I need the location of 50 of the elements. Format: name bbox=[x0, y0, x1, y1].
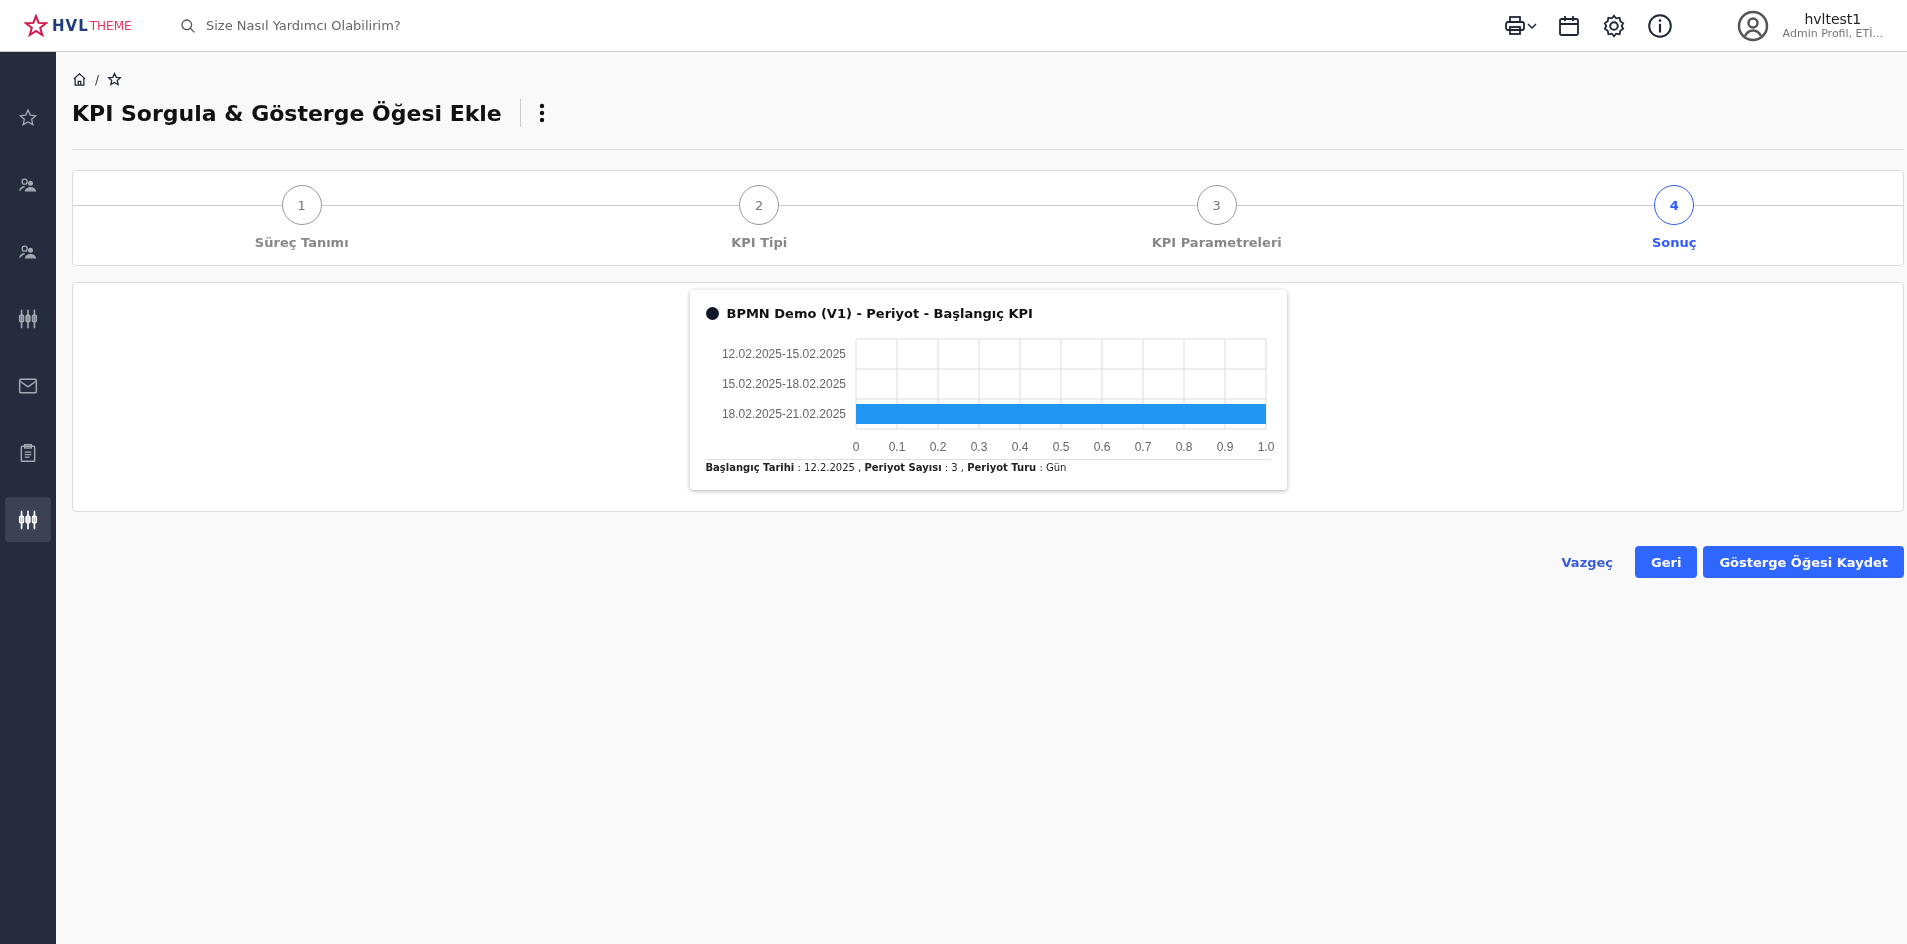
kpi-title: BPMN Demo (V1) - Periyot - Başlangıç KPI bbox=[726, 306, 1033, 321]
x-tick-label: 0.4 bbox=[1011, 440, 1028, 454]
step-label: Sonuç bbox=[1652, 235, 1697, 250]
x-tick-label: 0 bbox=[852, 440, 859, 454]
star-icon[interactable] bbox=[107, 72, 123, 87]
clipboard-icon bbox=[18, 441, 38, 464]
sliders-icon bbox=[17, 508, 39, 531]
user-role: Admin Profil, ETİ... bbox=[1782, 27, 1883, 40]
info-icon[interactable] bbox=[1646, 12, 1673, 39]
sidebar-item[interactable] bbox=[5, 497, 51, 542]
logo[interactable]: HVLTHEME bbox=[24, 13, 180, 38]
user-avatar-icon[interactable] bbox=[1736, 9, 1769, 42]
star-logo-icon bbox=[24, 13, 48, 38]
save-button[interactable]: Gösterge Öğesi Kaydet bbox=[1703, 546, 1904, 578]
calendar-icon[interactable] bbox=[1556, 13, 1581, 38]
category-label: 12.02.2025-15.02.2025 bbox=[721, 347, 846, 361]
search-field[interactable]: Size Nasıl Yardımcı Olabilirim? bbox=[204, 17, 568, 34]
step-number[interactable]: 1 bbox=[281, 185, 322, 225]
x-tick-label: 0.6 bbox=[1093, 440, 1110, 454]
printer-dropdown-icon[interactable] bbox=[1502, 13, 1537, 38]
search-icon bbox=[180, 17, 196, 34]
x-tick-label: 0.7 bbox=[1134, 440, 1151, 454]
category-label: 18.02.2025-21.02.2025 bbox=[721, 407, 846, 421]
page-title: KPI Sorgula & Gösterge Öğesi Ekle bbox=[72, 100, 502, 126]
step-label: KPI Tipi bbox=[731, 235, 788, 250]
x-tick-label: 0.2 bbox=[929, 440, 946, 454]
step-label: Süreç Tanımı bbox=[254, 235, 349, 250]
logo-text: THEME bbox=[89, 18, 132, 33]
user-name: hvltest1 bbox=[1804, 11, 1862, 27]
step-number[interactable]: 2 bbox=[739, 185, 780, 225]
x-tick-label: 0.1 bbox=[888, 440, 905, 454]
home-icon[interactable] bbox=[72, 72, 87, 87]
back-button[interactable]: Geri bbox=[1635, 546, 1698, 578]
x-tick-label: 0.9 bbox=[1216, 440, 1233, 454]
sliders-icon bbox=[17, 307, 39, 330]
more-options-icon[interactable] bbox=[538, 103, 545, 123]
x-tick-label: 0.3 bbox=[970, 440, 987, 454]
x-tick-label: 1.0 bbox=[1257, 440, 1274, 454]
step-number[interactable]: 3 bbox=[1196, 185, 1237, 225]
star-icon bbox=[18, 107, 38, 128]
breadcrumb-separator: / bbox=[95, 72, 100, 87]
step-number[interactable]: 4 bbox=[1654, 185, 1695, 225]
kpi-details: Başlangıç Tarihi : 12.2.2025 , Periyot Sayısı : 3 , Periyot Turu : Gün bbox=[705, 459, 1271, 473]
x-tick-label: 0.8 bbox=[1175, 440, 1192, 454]
step-label: KPI Parametreleri bbox=[1151, 235, 1282, 250]
cancel-button[interactable]: Vazgeç bbox=[1545, 546, 1630, 578]
bullet-icon bbox=[705, 307, 719, 320]
logo-text: HVL bbox=[52, 16, 89, 35]
x-tick-label: 0.5 bbox=[1052, 440, 1069, 454]
category-label: 15.02.2025-18.02.2025 bbox=[721, 377, 846, 391]
